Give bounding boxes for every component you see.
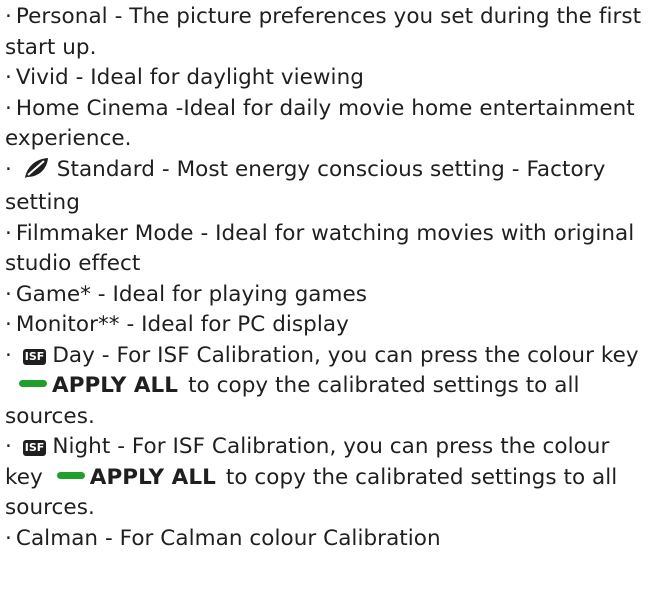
list-item-game: · Game* - Ideal for playing games xyxy=(5,280,642,311)
list-item-vivid: · Vivid - Ideal for daylight viewing xyxy=(5,63,642,94)
isf-badge-icon: ISF xyxy=(22,440,47,456)
list-item-filmmaker-mode: · Filmmaker Mode - Ideal for watching mov… xyxy=(5,219,642,280)
list-item-personal: · Personal - The picture preferences you … xyxy=(5,2,642,63)
item-text: Standard - Most energy conscious setting… xyxy=(5,156,606,216)
picture-style-list: · Personal - The picture preferences you … xyxy=(0,0,648,554)
bullet: · xyxy=(5,220,12,246)
item-text: Home Cinema -Ideal for daily movie home … xyxy=(5,95,635,152)
bullet: · xyxy=(5,4,12,29)
bullet: · xyxy=(5,281,12,307)
leaf-icon xyxy=(23,157,49,189)
list-item-isf-day: · ISF Day - For ISF Calibration, you can … xyxy=(5,341,642,433)
list-item-standard: · Standard - Most energy conscious setti… xyxy=(5,155,642,219)
item-text: Vivid - Ideal for daylight viewing xyxy=(15,65,364,90)
green-key-icon xyxy=(19,380,47,387)
item-text: Calman - For Calman colour Calibration xyxy=(15,525,441,551)
apply-all-label: APPLY ALL xyxy=(52,373,179,398)
bullet: · xyxy=(5,434,12,459)
item-text: Day - For ISF Calibration, you can press… xyxy=(52,342,639,368)
bullet: · xyxy=(5,95,12,121)
isf-badge-icon: ISF xyxy=(22,348,47,365)
item-text: Filmmaker Mode - Ideal for watching movi… xyxy=(5,220,635,277)
bullet: · xyxy=(5,342,12,368)
green-key-icon xyxy=(56,471,85,479)
bullet: · xyxy=(5,312,12,337)
bullet: · xyxy=(5,156,12,182)
item-text: Game* - Ideal for playing games xyxy=(15,281,368,307)
list-item-monitor: · Monitor** - Ideal for PC display xyxy=(5,310,642,341)
apply-all-label: APPLY ALL xyxy=(89,464,216,490)
list-item-home-cinema: · Home Cinema -Ideal for daily movie home… xyxy=(5,94,642,155)
bullet: · xyxy=(5,525,12,551)
list-item-calman: · Calman - For Calman colour Calibration xyxy=(5,524,642,555)
list-item-isf-night: · ISF Night - For ISF Calibration, you ca… xyxy=(5,432,642,524)
bullet: · xyxy=(5,65,12,90)
item-text: Personal - The picture preferences you s… xyxy=(5,4,642,60)
item-text: Monitor** - Ideal for PC display xyxy=(15,312,349,337)
